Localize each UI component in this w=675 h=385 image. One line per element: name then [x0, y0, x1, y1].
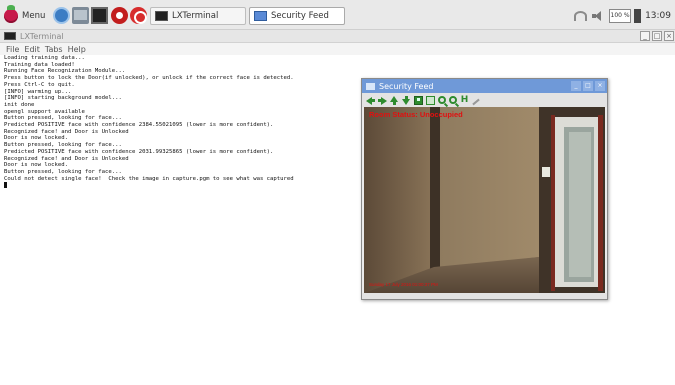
- camera-feed-image[interactable]: Room Status: Unoccupied Sunday 17 July 2…: [364, 107, 605, 293]
- system-tray: 100 % 13:09: [574, 5, 675, 26]
- menu-label: Menu: [22, 10, 46, 21]
- wifi-icon[interactable]: [574, 10, 588, 21]
- terminal-icon: [4, 32, 16, 40]
- pin-icon[interactable]: [472, 98, 480, 105]
- terminal-line: Running Face Recognization Module...: [4, 68, 126, 75]
- close-button[interactable]: ×: [664, 31, 674, 41]
- task-label: LXTerminal: [172, 11, 219, 21]
- arrow-up-icon[interactable]: [390, 95, 399, 105]
- maximize-button[interactable]: □: [583, 81, 593, 91]
- properties-icon[interactable]: [426, 95, 435, 105]
- feed-titlebar[interactable]: Security Feed _ □ ×: [362, 79, 607, 93]
- cpu-graph: [634, 8, 642, 23]
- save-icon[interactable]: [414, 95, 423, 105]
- raspberry-icon: [4, 4, 18, 23]
- gear-icon[interactable]: [111, 7, 128, 24]
- task-security-feed[interactable]: Security Feed: [249, 7, 345, 25]
- arrow-left-icon[interactable]: [366, 96, 375, 105]
- minimize-button[interactable]: _: [571, 81, 581, 91]
- menu-button[interactable]: Menu: [4, 4, 46, 26]
- task-label: Security Feed: [271, 11, 329, 21]
- terminal-menubar: File Edit Tabs Help: [0, 43, 675, 55]
- feed-window-title: Security Feed: [379, 81, 434, 91]
- feed-statusbar: [362, 293, 607, 299]
- feed-window-controls: _ □ ×: [569, 81, 605, 91]
- menu-file[interactable]: File: [6, 45, 19, 54]
- terminal-line: Loading training data...: [4, 55, 85, 61]
- file-manager-icon[interactable]: [72, 7, 89, 24]
- feed-toolbar: H: [362, 93, 607, 107]
- camera-scene: [364, 107, 605, 293]
- minimize-button[interactable]: _: [640, 31, 650, 41]
- close-button[interactable]: ×: [595, 81, 605, 91]
- terminal-titlebar[interactable]: LXTerminal _ □ ×: [0, 30, 675, 43]
- timestamp-overlay: Sunday 17 July 2016 01:00:37 PM: [369, 282, 438, 287]
- cpu-monitor: 100 %: [609, 8, 632, 23]
- window-controls: _ □ ×: [638, 31, 674, 41]
- clock[interactable]: 13:09: [645, 11, 671, 21]
- browser-icon[interactable]: [53, 7, 70, 24]
- arrow-down-icon[interactable]: [402, 95, 411, 105]
- taskbar: Menu LXTerminal Security Feed 100 % 13:0…: [0, 0, 675, 30]
- menu-tabs[interactable]: Tabs: [45, 45, 63, 54]
- window-icon: [366, 82, 375, 90]
- terminal-icon[interactable]: [91, 7, 108, 24]
- zoom-out-icon[interactable]: [449, 96, 457, 104]
- hold-icon[interactable]: H: [460, 95, 469, 105]
- menu-edit[interactable]: Edit: [24, 45, 40, 54]
- window-icon: [254, 11, 267, 21]
- window-title: LXTerminal: [20, 31, 64, 41]
- task-lxterminal[interactable]: LXTerminal: [150, 7, 246, 25]
- terminal-line: Training data loaded!: [4, 61, 75, 68]
- room-status-label: Room Status: Unoccupied: [369, 110, 463, 119]
- menu-help[interactable]: Help: [68, 45, 86, 54]
- wolfram-icon[interactable]: [130, 7, 147, 24]
- text-cursor: [4, 182, 7, 189]
- zoom-in-icon[interactable]: [438, 96, 446, 104]
- terminal-icon: [155, 11, 168, 21]
- security-feed-window: Security Feed _ □ × H Room Status: Unocc…: [361, 78, 608, 300]
- volume-icon[interactable]: [592, 10, 604, 21]
- arrow-right-icon[interactable]: [378, 96, 387, 105]
- maximize-button[interactable]: □: [652, 31, 662, 41]
